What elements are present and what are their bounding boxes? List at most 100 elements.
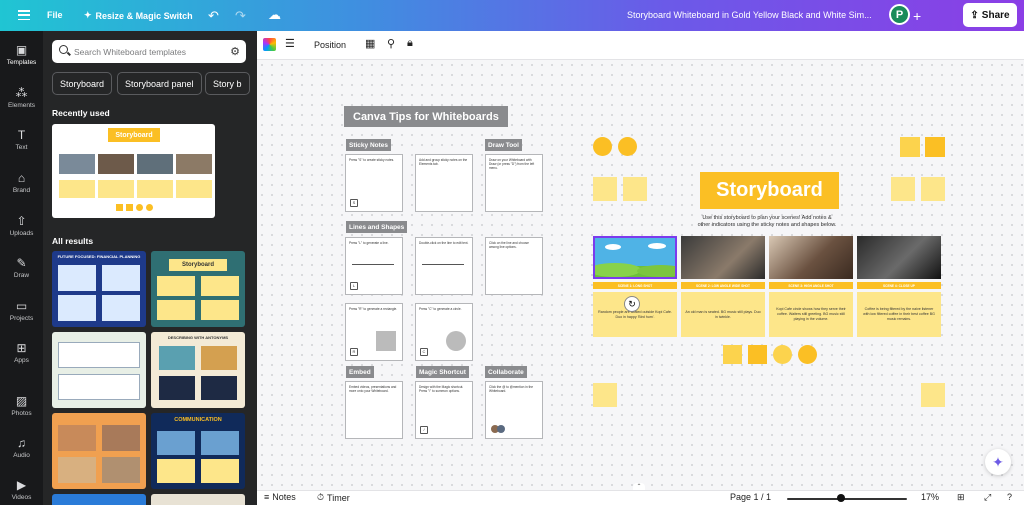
result-template-thumb[interactable] bbox=[151, 494, 245, 505]
tip-text: Click the @ to @mention in the Whiteboar… bbox=[489, 385, 534, 394]
position-button[interactable]: Position bbox=[314, 40, 346, 50]
scene-description[interactable]: Kopi Cafe circle shows how they serve th… bbox=[769, 292, 853, 337]
sticky-note[interactable] bbox=[921, 383, 945, 407]
tip-card[interactable]: Press "L" to generate a line. L bbox=[345, 237, 403, 295]
rail-item-audio[interactable]: ♫ Audio bbox=[0, 436, 43, 459]
rail-item-text[interactable]: T Text bbox=[0, 128, 43, 151]
tip-card[interactable]: Press "R" to generate a rectangle. R bbox=[345, 303, 403, 361]
circle-marker[interactable] bbox=[618, 137, 637, 156]
chip-storyboard[interactable]: Storyboard bbox=[52, 72, 113, 95]
scene-image[interactable] bbox=[681, 236, 765, 279]
add-collaborator-icon[interactable]: + bbox=[913, 8, 921, 24]
label-sticky-notes: Sticky Notes bbox=[346, 139, 392, 151]
rail-item-projects[interactable]: ▭ Projects bbox=[0, 299, 43, 322]
tip-card[interactable]: Double-click on the line to edit text. bbox=[415, 237, 473, 295]
storyboard-title[interactable]: Storyboard bbox=[700, 172, 839, 209]
scene-image-selected[interactable] bbox=[593, 236, 677, 279]
scene-description[interactable]: An old man is seated. BG music still pla… bbox=[681, 292, 765, 337]
tip-card[interactable]: Click on the line and choose among line … bbox=[485, 237, 543, 295]
scene-description[interactable]: Coffee is being filtered by the naive li… bbox=[857, 292, 941, 337]
rail-item-photos[interactable]: ▨ Photos bbox=[0, 394, 43, 417]
chip-storyboard-panel[interactable]: Storyboard panel bbox=[117, 72, 202, 95]
help-icon[interactable]: ? bbox=[1007, 492, 1012, 502]
scene-label[interactable]: SCENE 1: LONG SHOT bbox=[593, 282, 677, 289]
circle-marker[interactable] bbox=[593, 137, 612, 156]
timer-icon: ⏱ bbox=[317, 492, 325, 502]
tip-card[interactable]: Click the @ to @mention in the Whiteboar… bbox=[485, 381, 543, 439]
sticky-note[interactable] bbox=[891, 177, 915, 201]
expand-notes-icon[interactable]: ⌃ bbox=[633, 483, 645, 490]
chip-story-b[interactable]: Story b bbox=[205, 72, 250, 95]
filter-icon[interactable]: ⚙ bbox=[230, 45, 240, 58]
tip-card[interactable]: Design with the Magic shortcut. Press "/… bbox=[415, 381, 473, 439]
scene-label[interactable]: SCENE 4: CLOSE UP bbox=[857, 282, 941, 289]
tip-card[interactable]: Press "S" to create sticky notes. S bbox=[345, 154, 403, 212]
sticky-note[interactable] bbox=[593, 177, 617, 201]
result-template-thumb[interactable] bbox=[52, 332, 146, 408]
file-menu[interactable]: File bbox=[47, 10, 63, 20]
square-marker[interactable] bbox=[900, 137, 920, 157]
rail-item-apps[interactable]: ⊞ Apps bbox=[0, 341, 43, 364]
transparency-icon[interactable]: ▦ bbox=[365, 37, 375, 50]
sticky-note[interactable] bbox=[921, 177, 945, 201]
avatar[interactable]: P bbox=[889, 4, 910, 25]
tip-card[interactable]: Embed videos, presentations and more ont… bbox=[345, 381, 403, 439]
scene-image[interactable] bbox=[769, 236, 853, 279]
rail-item-uploads[interactable]: ⇧ Uploads bbox=[0, 214, 43, 237]
result-template-thumb[interactable]: DESCRIBING WITH ANTONYMS bbox=[151, 332, 245, 408]
result-template-thumb[interactable]: FUTURE FOCUSED: FINANCIAL PLANNING bbox=[52, 251, 146, 327]
zoom-slider-knob[interactable] bbox=[837, 494, 845, 502]
circle-marker[interactable] bbox=[798, 345, 817, 364]
apps-icon: ⊞ bbox=[16, 341, 27, 355]
result-template-thumb[interactable] bbox=[52, 494, 146, 505]
rail-label: Videos bbox=[11, 494, 32, 501]
result-template-thumb[interactable]: Storyboard bbox=[151, 251, 245, 327]
color-picker-icon[interactable] bbox=[263, 38, 276, 51]
magic-assistant-icon[interactable]: ✦ bbox=[985, 449, 1011, 475]
scene-label[interactable]: SCENE 2: LOW ANGLE WIDE SHOT bbox=[681, 282, 765, 289]
sticky-note[interactable] bbox=[593, 383, 617, 407]
grid-view-icon[interactable]: ⊞ bbox=[957, 492, 965, 503]
document-title[interactable]: Storyboard Whiteboard in Gold Yellow Bla… bbox=[627, 10, 872, 20]
scene-label[interactable]: SCENE 3: HIGH ANGLE SHOT bbox=[769, 282, 853, 289]
text-icon: T bbox=[17, 128, 26, 142]
page-indicator[interactable]: Page 1 / 1 bbox=[730, 492, 771, 502]
paint-format-icon[interactable]: ⚲ bbox=[387, 37, 395, 50]
redo-icon[interactable]: ↷ bbox=[235, 8, 246, 24]
tip-card[interactable]: Press "C" to generate a circle. C bbox=[415, 303, 473, 361]
result-template-thumb[interactable] bbox=[52, 413, 146, 489]
rail-item-videos[interactable]: ▶ Videos bbox=[0, 478, 43, 501]
tip-card[interactable]: Add and group sticky notes on the Elemen… bbox=[415, 154, 473, 212]
square-marker[interactable] bbox=[925, 137, 945, 157]
tip-text: Click on the line and choose among line … bbox=[489, 241, 529, 250]
resize-magic-switch-button[interactable]: ✦ Resize & Magic Switch bbox=[84, 10, 193, 21]
rail-item-draw[interactable]: ✎ Draw bbox=[0, 256, 43, 279]
timer-button[interactable]: ⏱ Timer bbox=[317, 492, 350, 503]
menu-icon[interactable] bbox=[18, 8, 30, 22]
zoom-slider[interactable] bbox=[787, 498, 907, 500]
rail-item-brand[interactable]: ⌂ Brand bbox=[0, 171, 43, 194]
square-marker[interactable] bbox=[748, 345, 767, 364]
recent-template-thumb[interactable]: Storyboard bbox=[52, 124, 215, 218]
cloud-save-icon[interactable]: ☁ bbox=[268, 7, 281, 23]
key-hint: C bbox=[420, 348, 428, 356]
result-template-thumb[interactable]: COMMUNICATION bbox=[151, 413, 245, 489]
whiteboard-canvas[interactable]: Canva Tips for Whiteboards Sticky Notes … bbox=[257, 60, 1024, 490]
rail-item-templates[interactable]: ▣ Templates bbox=[0, 38, 43, 76]
tip-card[interactable]: Draw on your Whiteboard with Draw (or pr… bbox=[485, 154, 543, 212]
storyboard-subtitle[interactable]: Use this storyboard to plan your scenes!… bbox=[697, 215, 837, 230]
fullscreen-icon[interactable]: ⤢ bbox=[984, 492, 991, 503]
rail-item-elements[interactable]: ⁂ Elements bbox=[0, 86, 43, 109]
circle-marker[interactable] bbox=[773, 345, 792, 364]
share-button[interactable]: ⇪ Share bbox=[963, 3, 1017, 27]
sticky-note[interactable] bbox=[623, 177, 647, 201]
border-style-icon[interactable]: ☰ bbox=[285, 37, 295, 50]
rotate-handle-icon[interactable]: ↻ bbox=[624, 296, 640, 312]
notes-button[interactable]: ≡ Notes bbox=[264, 492, 296, 502]
square-marker[interactable] bbox=[723, 345, 742, 364]
zoom-level[interactable]: 17% bbox=[921, 492, 939, 502]
scene-image[interactable] bbox=[857, 236, 941, 279]
lock-icon[interactable]: 🔒︎ bbox=[407, 37, 413, 50]
search-input[interactable]: Search Whiteboard templates ⚙ bbox=[52, 40, 246, 63]
undo-icon[interactable]: ↶ bbox=[208, 8, 219, 24]
